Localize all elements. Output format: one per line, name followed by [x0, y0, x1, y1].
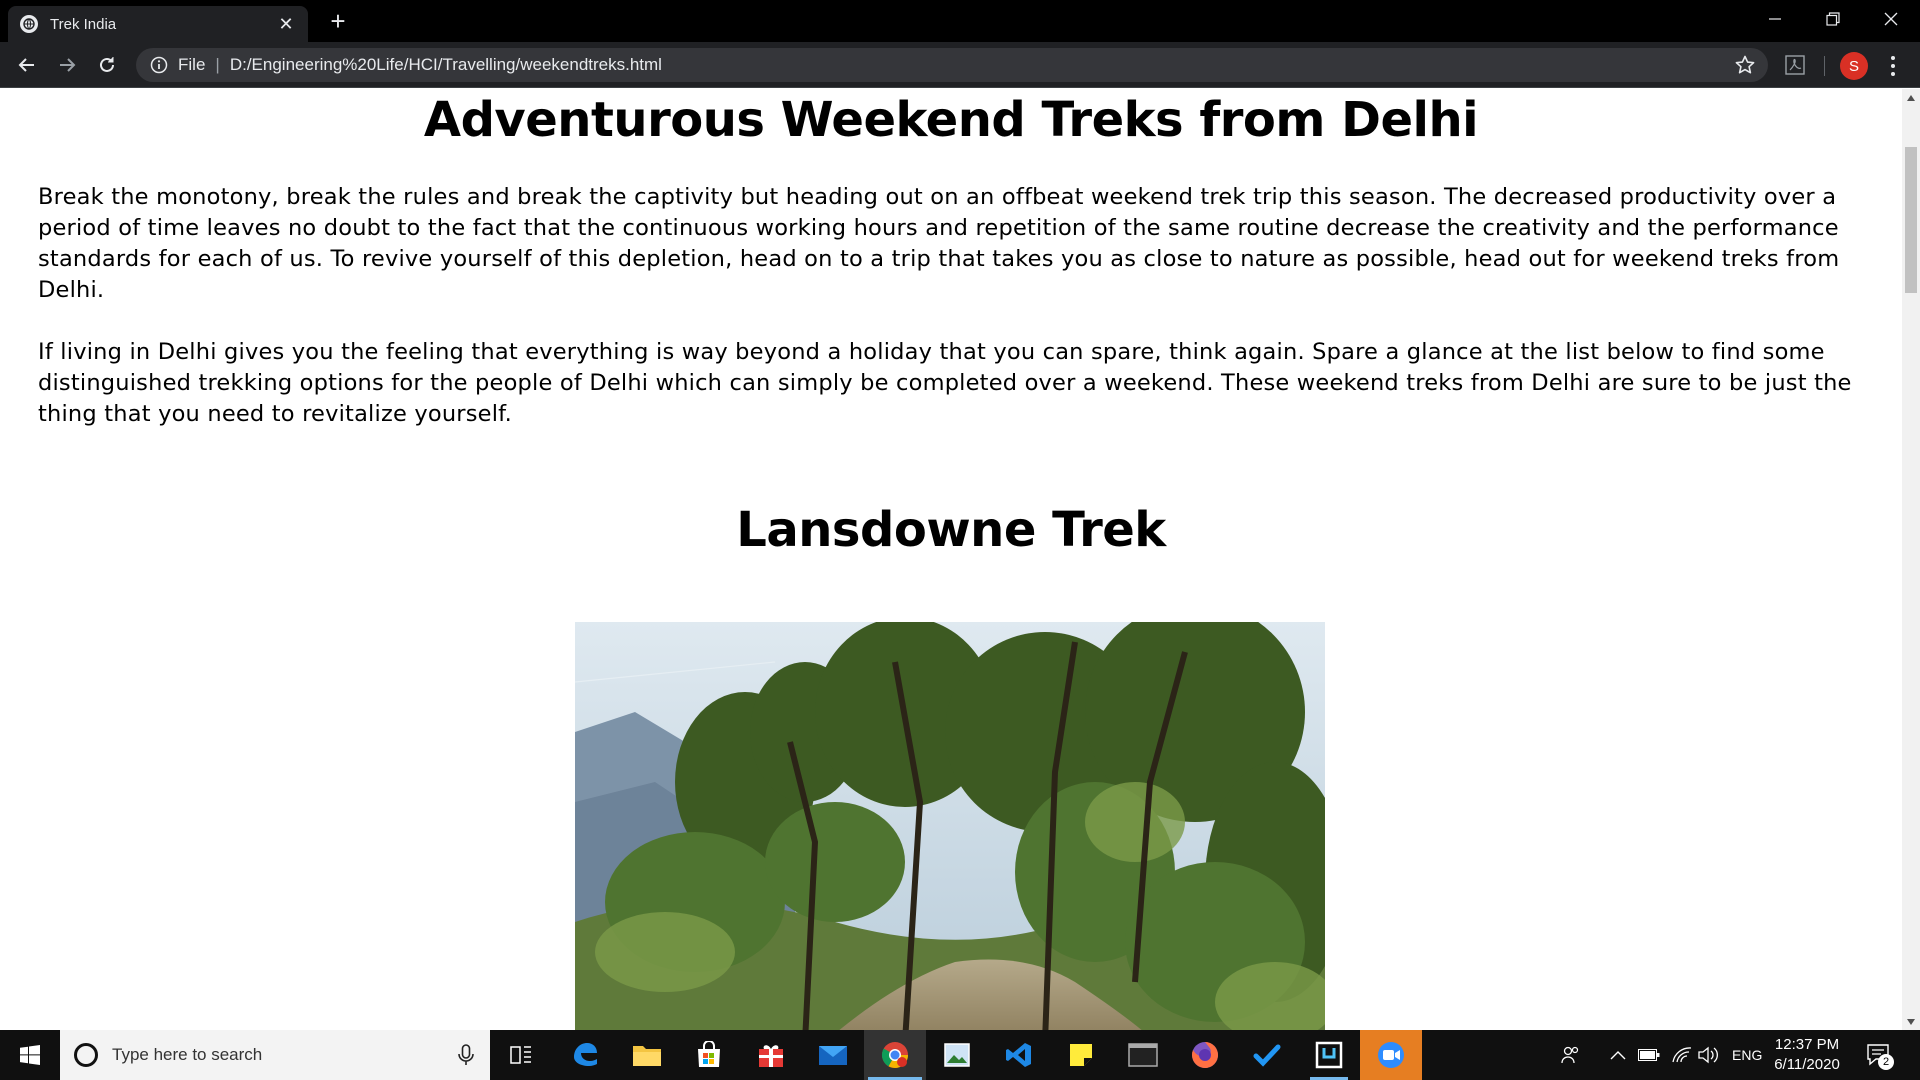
bookmark-star-icon[interactable]	[1734, 54, 1756, 76]
menu-dots-icon[interactable]	[1882, 54, 1904, 78]
new-tab-button[interactable]: +	[324, 8, 352, 36]
url-text[interactable]: D:/Engineering%20Life/HCI/Travelling/wee…	[230, 55, 662, 75]
address-bar[interactable]: File | D:/Engineering%20Life/HCI/Travell…	[136, 48, 1768, 82]
intro-paragraph: Break the monotony, break the rules and …	[38, 184, 1840, 303]
lansdowne-trek-photo	[575, 622, 1325, 1030]
mail-icon[interactable]	[802, 1030, 864, 1080]
windows-start-icon[interactable]	[0, 1030, 60, 1080]
firefox-icon[interactable]	[1174, 1030, 1236, 1080]
pdf-extension-icon[interactable]	[1784, 54, 1806, 76]
chevron-up-icon[interactable]	[1610, 1030, 1630, 1080]
gift-app-icon[interactable]	[740, 1030, 802, 1080]
globe-icon	[20, 15, 38, 33]
language-indicator[interactable]: ENG	[1732, 1030, 1764, 1080]
people-icon[interactable]	[1560, 1030, 1590, 1080]
notification-count-badge: 2	[1878, 1054, 1894, 1070]
minimize-icon[interactable]	[1746, 0, 1804, 38]
battery-icon[interactable]	[1638, 1030, 1662, 1080]
close-window-icon[interactable]	[1862, 0, 1920, 38]
url-separator: |	[215, 55, 220, 74]
page-title: Adventurous Weekend Treks from Delhi	[423, 92, 1479, 148]
page-content: Adventurous Weekend Treks from Delhi Bre…	[0, 92, 1902, 558]
browser-titlebar: Trek India ✕ +	[0, 0, 1920, 42]
todo-check-icon[interactable]	[1236, 1030, 1298, 1080]
scroll-down-arrow-icon[interactable]	[1902, 1013, 1920, 1030]
section-heading: Lansdowne Trek	[736, 502, 1166, 558]
scroll-thumb[interactable]	[1905, 147, 1917, 293]
forward-arrow-icon[interactable]	[52, 50, 82, 80]
profile-avatar[interactable]: S	[1840, 52, 1868, 80]
tab-close-icon[interactable]: ✕	[276, 14, 296, 35]
browser-toolbar: File | D:/Engineering%20Life/HCI/Travell…	[0, 42, 1920, 88]
url-scheme-label: File	[178, 55, 206, 74]
info-icon[interactable]	[150, 56, 168, 74]
tab-title: Trek India	[50, 15, 117, 33]
edge-icon[interactable]	[554, 1030, 616, 1080]
search-placeholder: Type here to search	[112, 1045, 263, 1064]
vscode-icon[interactable]	[988, 1030, 1050, 1080]
scroll-up-arrow-icon[interactable]	[1902, 89, 1920, 106]
task-view-icon[interactable]	[490, 1030, 552, 1080]
notification-center-icon[interactable]: 2	[1866, 1042, 1894, 1070]
toolbar-divider	[1824, 56, 1825, 76]
terminal-icon[interactable]	[1112, 1030, 1174, 1080]
chrome-taskbar-icon[interactable]	[864, 1030, 926, 1080]
restore-icon[interactable]	[1804, 0, 1862, 38]
taskbar-search-input[interactable]: Type here to search	[60, 1030, 490, 1080]
reload-icon[interactable]	[92, 50, 122, 80]
page-scrollbar[interactable]	[1902, 89, 1920, 1030]
browser-tab[interactable]: Trek India ✕	[8, 6, 308, 42]
windows-taskbar: Type here to search ENG 12:37 PM 6/11/20…	[0, 1030, 1920, 1080]
photos-icon[interactable]	[926, 1030, 988, 1080]
cortana-icon[interactable]	[74, 1043, 98, 1067]
microphone-icon[interactable]	[456, 1043, 476, 1067]
clock-time: 12:37 PM	[1774, 1036, 1840, 1053]
taskbar-clock[interactable]: 12:37 PM 6/11/2020	[1764, 1035, 1850, 1075]
volume-icon[interactable]	[1698, 1030, 1722, 1080]
microsoft-store-icon[interactable]	[678, 1030, 740, 1080]
page-viewport: Adventurous Weekend Treks from Delhi Bre…	[0, 89, 1902, 1030]
snip-app-icon[interactable]	[1298, 1030, 1360, 1080]
sticky-notes-icon[interactable]	[1050, 1030, 1112, 1080]
back-arrow-icon[interactable]	[12, 50, 42, 80]
clock-date: 6/11/2020	[1774, 1056, 1840, 1073]
zoom-icon[interactable]	[1360, 1030, 1422, 1080]
file-explorer-icon[interactable]	[616, 1030, 678, 1080]
intro-paragraph-2: If living in Delhi gives you the feeling…	[38, 339, 1852, 427]
wifi-icon[interactable]	[1672, 1030, 1696, 1080]
